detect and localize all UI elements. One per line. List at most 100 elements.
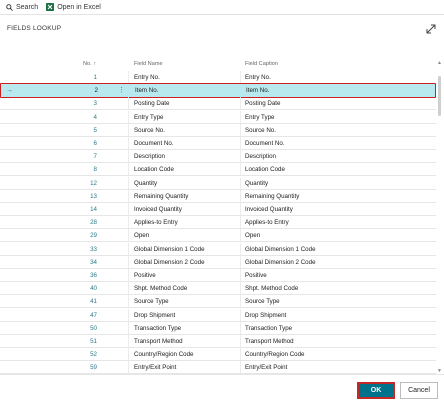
cell-no[interactable]: 52: [60, 351, 97, 358]
open-in-excel-action[interactable]: Open in Excel: [46, 3, 101, 11]
footer-divider: [0, 374, 444, 375]
column-header-no[interactable]: No. ↑: [72, 61, 96, 71]
table-row-selected[interactable]: → ⋮ 2 Item No. Item No.: [0, 83, 436, 99]
cell-no[interactable]: 6: [60, 140, 97, 147]
column-divider: [128, 229, 129, 242]
table-row[interactable]: 5 Source No. Source No.: [0, 123, 436, 137]
table-row[interactable]: 1 Entry No. Entry No.: [0, 71, 436, 84]
cell-no[interactable]: 14: [60, 206, 97, 213]
column-divider: [128, 348, 129, 361]
cell-field-caption: Source No.: [245, 126, 276, 134]
cell-no[interactable]: 29: [60, 232, 97, 239]
cell-no[interactable]: 41: [60, 298, 97, 305]
column-divider: [240, 150, 241, 163]
table-row[interactable]: 12 Quantity Quantity: [0, 176, 436, 190]
table-row[interactable]: 50 Transaction Type Transaction Type: [0, 321, 436, 335]
column-header-field-caption[interactable]: Field Caption: [245, 61, 278, 71]
cell-field-name: Applies-to Entry: [134, 219, 178, 227]
row-selector-arrow-icon: →: [6, 87, 13, 95]
column-divider: [240, 335, 241, 347]
table-row[interactable]: 8 Location Code Location Code: [0, 163, 436, 177]
cell-field-name: Quantity: [134, 179, 158, 187]
search-action[interactable]: Search: [6, 4, 38, 11]
cell-no[interactable]: 8: [60, 166, 97, 173]
column-divider: [240, 282, 241, 295]
cell-field-caption: Drop Shipment: [245, 311, 287, 319]
cell-field-caption: Location Code: [245, 166, 285, 174]
table-row[interactable]: 13 Remaining Quantity Remaining Quantity: [0, 189, 436, 203]
column-divider: [128, 361, 129, 374]
cell-field-caption: Entry No.: [245, 74, 271, 81]
column-divider: [240, 203, 241, 215]
cell-no[interactable]: 36: [60, 272, 97, 279]
cell-no[interactable]: 1: [60, 74, 97, 81]
table-row[interactable]: 28 Applies-to Entry Applies-to Entry: [0, 216, 436, 230]
column-divider: [240, 137, 241, 149]
cell-no[interactable]: 12: [60, 180, 97, 187]
table-row[interactable]: 29 Open Open: [0, 229, 436, 243]
cell-no[interactable]: 47: [60, 312, 97, 319]
table-row[interactable]: 41 Source Type Source Type: [0, 295, 436, 309]
cell-field-name: Item No.: [135, 87, 159, 95]
row-actions-icon[interactable]: ⋮: [118, 86, 125, 94]
table-row[interactable]: 34 Global Dimension 2 Code Global Dimensio…: [0, 255, 436, 269]
column-divider: [240, 348, 241, 361]
cell-field-name: Location Code: [134, 166, 174, 174]
column-divider: [128, 203, 129, 215]
scrollbar-thumb[interactable]: [438, 76, 441, 116]
cell-no[interactable]: 13: [60, 193, 97, 200]
table-row[interactable]: 59 Entry/Exit Point Entry/Exit Point: [0, 361, 436, 375]
cell-no[interactable]: 33: [60, 246, 97, 253]
column-divider: [240, 110, 241, 123]
cell-field-caption: Shpt. Method Code: [245, 285, 299, 293]
cell-no[interactable]: 28: [60, 219, 97, 226]
column-divider: [240, 321, 241, 334]
table-row[interactable]: 36 Positive Positive: [0, 269, 436, 282]
table-row[interactable]: 7 Description Description: [0, 150, 436, 164]
toolbar: Search Open in Excel: [0, 0, 444, 14]
column-divider: [240, 123, 241, 136]
column-header-field-name[interactable]: Field Name: [134, 61, 163, 71]
table-row[interactable]: 33 Global Dimension 1 Code Global Dimensio…: [0, 242, 436, 256]
column-divider: [128, 137, 129, 149]
cell-field-caption: Description: [245, 153, 276, 161]
table-row[interactable]: 3 Posting Date Posting Date: [0, 97, 436, 111]
column-divider: [240, 163, 241, 176]
cell-no[interactable]: 34: [60, 259, 97, 266]
scroll-up-icon[interactable]: ▲: [437, 60, 442, 66]
cell-no[interactable]: 3: [60, 100, 97, 107]
cell-no[interactable]: 7: [60, 153, 97, 160]
column-divider: [128, 97, 129, 110]
column-divider: [128, 308, 129, 321]
cell-no[interactable]: 51: [60, 338, 97, 345]
cell-field-name: Country/Region Code: [134, 351, 194, 359]
excel-label: Open in Excel: [57, 3, 101, 11]
column-divider: [240, 295, 241, 308]
cell-field-caption: Entry Type: [245, 113, 275, 121]
table-row[interactable]: 6 Document No. Document No.: [0, 137, 436, 150]
ok-button[interactable]: OK: [357, 382, 395, 399]
cancel-button[interactable]: Cancel: [400, 382, 438, 399]
column-divider: [240, 308, 241, 321]
cell-no[interactable]: 2: [61, 87, 98, 94]
table-row[interactable]: 14 Invoiced Quantity Invoiced Quantity: [0, 203, 436, 216]
table-row[interactable]: 40 Shpt. Method Code Shpt. Method Code: [0, 282, 436, 296]
table-row[interactable]: 51 Transport Method Transport Method: [0, 335, 436, 348]
column-divider: [240, 242, 241, 255]
cell-no[interactable]: 40: [60, 285, 97, 292]
cell-field-caption: Open: [245, 232, 261, 240]
column-divider: [128, 282, 129, 295]
cell-no[interactable]: 59: [60, 364, 97, 371]
search-icon: [6, 3, 13, 11]
cell-no[interactable]: 5: [60, 127, 97, 134]
cell-no[interactable]: 4: [60, 114, 97, 121]
cell-field-name: Entry Type: [134, 113, 164, 121]
cell-no[interactable]: 50: [60, 325, 97, 332]
table-row[interactable]: 52 Country/Region Code Country/Region Code: [0, 348, 436, 362]
column-divider: [240, 361, 241, 374]
expand-icon[interactable]: [425, 23, 437, 35]
table-row[interactable]: 4 Entry Type Entry Type: [0, 110, 436, 124]
cell-field-caption: Applies-to Entry: [245, 219, 289, 227]
cell-field-name: Description: [134, 153, 165, 161]
table-row[interactable]: 47 Drop Shipment Drop Shipment: [0, 308, 436, 322]
